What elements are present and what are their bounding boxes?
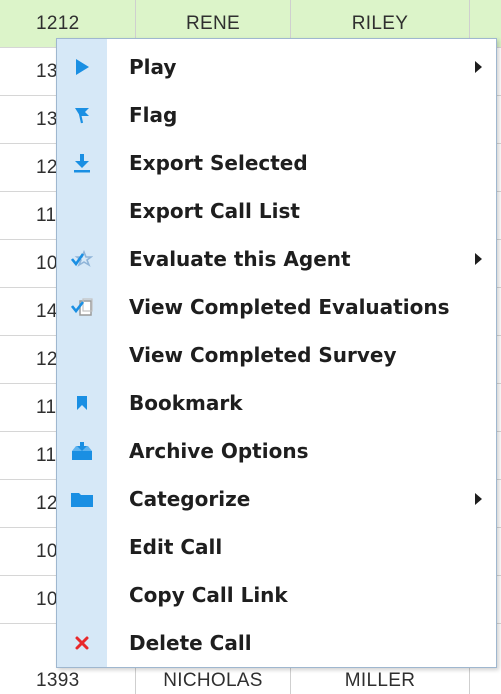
menu-item-evaluate-agent[interactable]: Evaluate this Agent	[57, 235, 496, 283]
menu-item-label: View Completed Survey	[129, 343, 397, 367]
menu-item-label: Archive Options	[129, 439, 309, 463]
menu-item-label: Play	[129, 55, 177, 79]
menu-item-label: Delete Call	[129, 631, 252, 655]
menu-item-label: Edit Call	[129, 535, 223, 559]
play-icon	[70, 55, 94, 79]
menu-item-archive-options[interactable]: Archive Options	[57, 427, 496, 475]
menu-item-view-completed-evaluations[interactable]: View Completed Evaluations	[57, 283, 496, 331]
menu-item-edit-call[interactable]: Edit Call	[57, 523, 496, 571]
archive-icon	[70, 439, 94, 463]
evaluate-icon	[70, 247, 94, 271]
menu-item-play[interactable]: Play	[57, 43, 496, 91]
submenu-arrow-icon	[475, 61, 482, 73]
menu-item-label: Bookmark	[129, 391, 243, 415]
bookmark-icon	[70, 391, 94, 415]
submenu-arrow-icon	[475, 253, 482, 265]
checklist-icon	[70, 295, 94, 319]
submenu-arrow-icon	[475, 493, 482, 505]
menu-item-label: Copy Call Link	[129, 583, 288, 607]
menu-item-categorize[interactable]: Categorize	[57, 475, 496, 523]
menu-item-label: Evaluate this Agent	[129, 247, 351, 271]
menu-item-flag[interactable]: Flag	[57, 91, 496, 139]
menu-item-view-completed-survey[interactable]: View Completed Survey	[57, 331, 496, 379]
context-menu: Play Flag Export Selected Export Call Li…	[56, 38, 497, 668]
menu-item-label: Export Selected	[129, 151, 308, 175]
menu-item-label: Categorize	[129, 487, 251, 511]
menu-item-delete-call[interactable]: Delete Call	[57, 619, 496, 667]
flag-icon	[70, 103, 94, 127]
menu-item-label: View Completed Evaluations	[129, 295, 450, 319]
download-icon	[70, 151, 94, 175]
menu-item-bookmark[interactable]: Bookmark	[57, 379, 496, 427]
menu-item-label: Flag	[129, 103, 178, 127]
delete-icon	[70, 631, 94, 655]
menu-item-export-call-list[interactable]: Export Call List	[57, 187, 496, 235]
folder-icon	[70, 487, 94, 511]
menu-item-copy-call-link[interactable]: Copy Call Link	[57, 571, 496, 619]
menu-item-label: Export Call List	[129, 199, 300, 223]
menu-item-export-selected[interactable]: Export Selected	[57, 139, 496, 187]
